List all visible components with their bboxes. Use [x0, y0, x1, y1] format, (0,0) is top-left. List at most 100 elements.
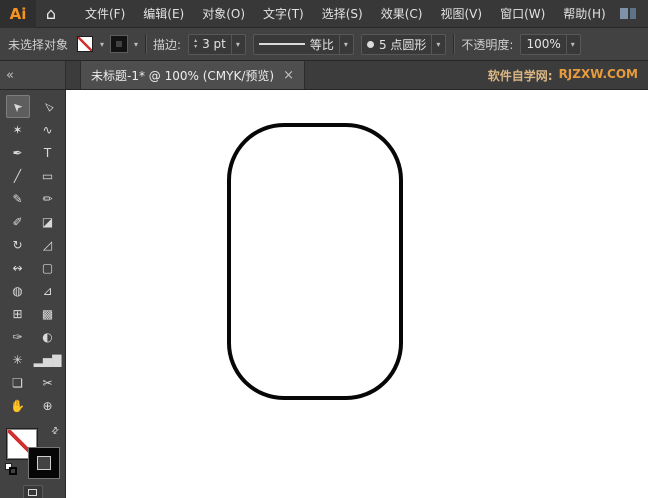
- opacity-field[interactable]: 100% ▾: [520, 33, 581, 55]
- pen-tool-icon: ✒: [12, 145, 23, 160]
- menu-item-edit[interactable]: 编辑(E): [134, 0, 193, 28]
- pen-tool[interactable]: ✒: [6, 141, 30, 164]
- eraser-tool[interactable]: ◪: [36, 210, 60, 233]
- selection-tool[interactable]: ➤: [5, 95, 30, 118]
- site-watermark-label: 软件自学网:: [487, 68, 553, 83]
- menu-item-effect[interactable]: 效果(C): [372, 0, 432, 28]
- gradient-tool[interactable]: ▩: [36, 302, 60, 325]
- paintbrush-tool[interactable]: ✎: [6, 187, 30, 210]
- artboard-tool[interactable]: ❏: [6, 371, 30, 394]
- perspective-grid-tool[interactable]: ⊿: [36, 279, 60, 302]
- width-tool[interactable]: ↭: [6, 256, 30, 279]
- width-profile-value[interactable]: 等比: [310, 36, 334, 53]
- document-tab[interactable]: 未标题-1* @ 100% (CMYK/预览) ×: [80, 61, 305, 89]
- opacity-label: 不透明度:: [461, 37, 514, 52]
- illustrator-window: Ai ⌂ 文件(F) 编辑(E) 对象(O) 文字(T) 选择(S) 效果(C) 视图(V)…: [0, 0, 648, 498]
- eyedropper-tool[interactable]: ✑: [6, 325, 30, 348]
- brush-preview-icon: [366, 40, 374, 48]
- collapse-panel-icon[interactable]: «: [6, 68, 14, 83]
- stroke-weight-stepper[interactable]: ▴ ▾: [194, 38, 197, 50]
- stroke-swatch[interactable]: [28, 448, 59, 478]
- rectangle-tool[interactable]: ▭: [36, 164, 60, 187]
- stroke-profile-preview-icon: [258, 43, 305, 45]
- width-profile-field[interactable]: 等比 ▾: [252, 33, 354, 55]
- document-tab-title[interactable]: 未标题-1* @ 100% (CMYK/预览): [91, 67, 274, 84]
- stroke-weight-dropdown-icon[interactable]: ▾: [236, 40, 240, 49]
- stroke-weight-field[interactable]: ▴ ▾ 3 pt ▾: [188, 33, 246, 55]
- zoom-tool[interactable]: ⊕: [36, 394, 60, 417]
- brush-definition-value[interactable]: 5 点圆形: [379, 36, 426, 53]
- lasso-tool[interactable]: ∿: [36, 118, 60, 141]
- column-graph-tool-icon: ▂▅▇: [33, 352, 62, 367]
- tools-panel-collapse[interactable]: «: [0, 61, 66, 89]
- rectangle-tool-icon: ▭: [41, 168, 54, 183]
- stepper-down-icon[interactable]: ▾: [194, 44, 197, 50]
- blend-tool[interactable]: ◐: [36, 325, 60, 348]
- menu-item-window[interactable]: 窗口(W): [491, 0, 554, 28]
- home-icon[interactable]: ⌂: [36, 0, 66, 28]
- scale-tool[interactable]: ◿: [36, 233, 60, 256]
- scale-tool-icon: ◿: [42, 237, 53, 252]
- fill-dropdown-icon[interactable]: ▾: [100, 40, 104, 49]
- shape-builder-tool-icon: ◍: [12, 283, 23, 298]
- pencil-tool-icon: ✏: [42, 191, 53, 206]
- swap-fill-stroke-icon[interactable]: ⇄: [50, 425, 62, 437]
- close-tab-icon[interactable]: ×: [283, 68, 294, 83]
- mesh-tool-icon: ⊞: [12, 306, 23, 321]
- rotate-tool[interactable]: ↻: [6, 233, 30, 256]
- opacity-value[interactable]: 100%: [526, 37, 560, 51]
- stroke-dropdown-icon[interactable]: ▾: [134, 40, 138, 49]
- column-graph-tool[interactable]: ▂▅▇: [33, 348, 62, 371]
- tools-panel: ➤ ▻ ✶ ∿ ✒ T ╱ ▭ ✎ ✏ ✐ ◪ ↻ ◿ ↭ ▢ ◍ ⊿ ⊞ ▩ ✑ ◐ ✳ ▂▅▇ ❏ ✂ ✋ ⊕ ⇄: [0, 90, 66, 498]
- canvas[interactable]: [66, 90, 648, 498]
- hand-tool-icon: ✋: [10, 398, 25, 413]
- tab-row: « 未标题-1* @ 100% (CMYK/预览) × 软件自学网: RJZXW…: [0, 61, 648, 90]
- free-transform-tool[interactable]: ▢: [36, 256, 60, 279]
- menu-bar: Ai ⌂ 文件(F) 编辑(E) 对象(O) 文字(T) 选择(S) 效果(C) 视图(V)…: [0, 0, 648, 28]
- lasso-tool-icon: ∿: [42, 122, 53, 137]
- divider: [453, 34, 455, 54]
- menu-item-select[interactable]: 选择(S): [313, 0, 372, 28]
- default-fill-stroke-icon[interactable]: [4, 463, 18, 476]
- rounded-rectangle-shape[interactable]: [227, 123, 403, 400]
- fill-stroke-indicator: ⇄: [4, 425, 62, 480]
- line-segment-tool[interactable]: ╱: [6, 164, 30, 187]
- shape-builder-tool[interactable]: ◍: [6, 279, 30, 302]
- type-tool[interactable]: T: [36, 141, 60, 164]
- opacity-dropdown-icon[interactable]: ▾: [571, 40, 575, 49]
- symbol-sprayer-tool[interactable]: ✳: [6, 348, 30, 371]
- stroke-color-swatch[interactable]: [111, 36, 128, 52]
- line-segment-tool-icon: ╱: [13, 168, 22, 183]
- menu-item-help[interactable]: 帮助(H): [554, 0, 614, 28]
- hand-tool[interactable]: ✋: [6, 394, 30, 417]
- paintbrush-tool-icon: ✎: [12, 191, 23, 206]
- menu-item-type[interactable]: 文字(T): [254, 0, 313, 28]
- brush-definition-field[interactable]: 5 点圆形 ▾: [360, 33, 447, 55]
- stroke-weight-value[interactable]: 3 pt: [202, 37, 226, 51]
- pencil-tool[interactable]: ✏: [36, 187, 60, 210]
- width-profile-dropdown-icon[interactable]: ▾: [344, 40, 348, 49]
- control-bar: 未选择对象 ▾ ▾ 描边: ▴ ▾ 3 pt ▾ 等比 ▾ 5 点圆形 ▾ 不透…: [0, 28, 648, 61]
- menu-item-view[interactable]: 视图(V): [431, 0, 491, 28]
- width-tool-icon: ↭: [12, 260, 23, 275]
- menu-item-file[interactable]: 文件(F): [76, 0, 134, 28]
- main-area: ➤ ▻ ✶ ∿ ✒ T ╱ ▭ ✎ ✏ ✐ ◪ ↻ ◿ ↭ ▢ ◍ ⊿ ⊞ ▩ ✑ ◐ ✳ ▂▅▇ ❏ ✂ ✋ ⊕ ⇄: [0, 90, 648, 498]
- mesh-tool[interactable]: ⊞: [6, 302, 30, 325]
- eraser-tool-icon: ◪: [41, 214, 54, 229]
- app-logo: Ai: [0, 0, 36, 28]
- stroke-weight-label: 描边:: [153, 37, 182, 52]
- site-watermark-url: RJZXW.COM: [558, 66, 638, 81]
- fill-color-swatch[interactable]: [77, 36, 94, 52]
- drawing-mode-button[interactable]: [22, 485, 43, 498]
- direct-selection-tool[interactable]: ▻: [36, 95, 60, 118]
- magic-wand-tool[interactable]: ✶: [6, 118, 30, 141]
- workspace-switcher-icon[interactable]: [620, 8, 636, 19]
- document-tab-bar: 未标题-1* @ 100% (CMYK/预览) × 软件自学网: RJZXW.C…: [66, 61, 648, 89]
- slice-tool[interactable]: ✂: [36, 371, 60, 394]
- divider: [145, 34, 147, 54]
- perspective-grid-tool-icon: ⊿: [42, 283, 53, 298]
- blend-tool-icon: ◐: [42, 329, 53, 344]
- blob-brush-tool[interactable]: ✐: [6, 210, 30, 233]
- brush-dropdown-icon[interactable]: ▾: [436, 40, 440, 49]
- menu-item-object[interactable]: 对象(O): [193, 0, 254, 28]
